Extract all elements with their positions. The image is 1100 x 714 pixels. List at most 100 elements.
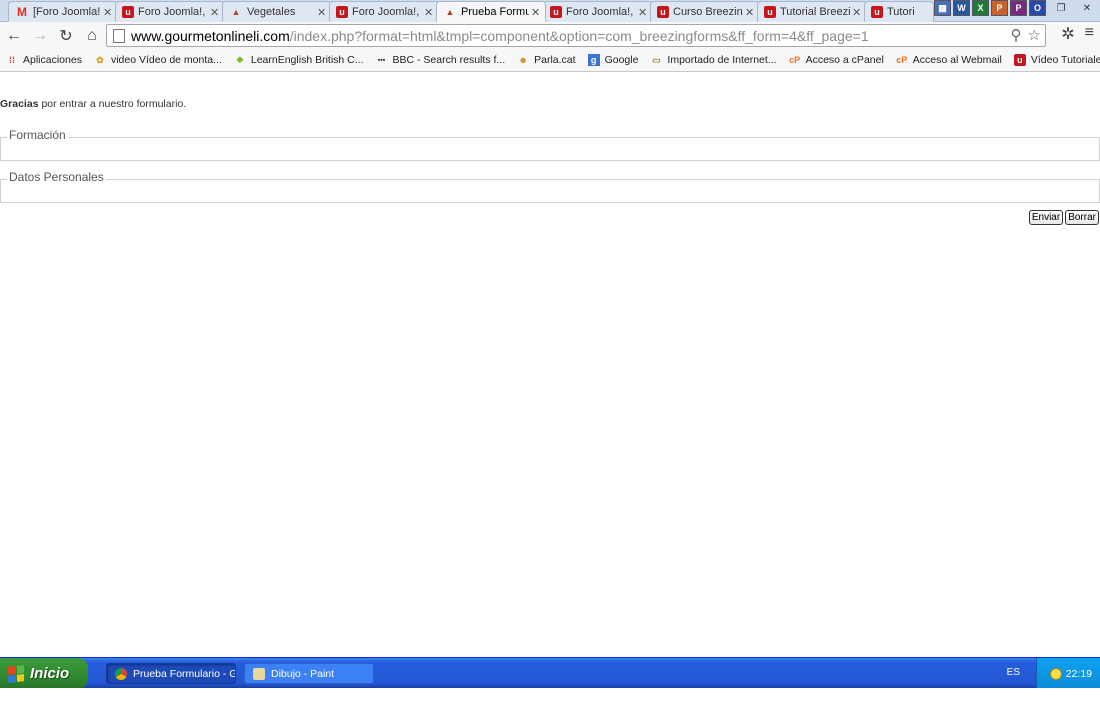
close-icon[interactable]: ✕ [317, 6, 327, 19]
tab-foro-joomla-1[interactable]: u Foro Joomla!, ✕ [115, 1, 225, 22]
close-icon[interactable]: ✕ [103, 6, 113, 19]
paint-icon [253, 667, 265, 680]
page-icon [113, 28, 125, 43]
language-indicator[interactable]: ES [1007, 667, 1020, 678]
close-icon[interactable]: ✕ [210, 6, 220, 19]
bookmark-importado[interactable]: ▭ Importado de Internet... [650, 54, 776, 66]
task-label: Dibujo - Paint [271, 667, 335, 680]
restore-icon[interactable]: ❐ [1048, 0, 1074, 16]
tab-tutorial-2[interactable]: u Tutori [864, 1, 934, 22]
tab-prueba-formulario[interactable]: ▲ Prueba Formul ✕ [436, 1, 546, 22]
system-tray: 22:19 [1036, 658, 1100, 689]
publisher-icon[interactable]: P [1010, 0, 1027, 16]
joomla-forum-icon: u [122, 6, 134, 18]
screen-bottom-area [0, 688, 1100, 714]
bookmark-learnenglish[interactable]: ❖ LearnEnglish British C... [234, 54, 364, 66]
legend-formacion: Formación [7, 128, 68, 142]
bookmarks-bar: ⁞⁞ Aplicaciones ✿ video Vídeo de monta..… [0, 49, 1100, 72]
video-bookmark-icon: ✿ [96, 54, 104, 65]
powerpoint-icon[interactable]: P [991, 0, 1008, 16]
tab-title: Foro Joomla!, [566, 6, 634, 18]
tab-foro-joomla-2[interactable]: u Foro Joomla!, ✕ [329, 1, 439, 22]
start-label: Inicio [30, 665, 70, 682]
apps-grid-icon: ⁞⁞ [9, 55, 15, 65]
bookmark-label: Parla.cat [534, 54, 576, 66]
bookmark-bbc[interactable]: ▪▪▪ BBC - Search results f... [376, 54, 506, 66]
close-icon[interactable]: ✕ [424, 6, 434, 19]
bookmark-label: Importado de Internet... [667, 54, 777, 66]
forward-arrow-icon[interactable]: → [28, 24, 52, 48]
taskbar-item-paint[interactable]: Dibujo - Paint [244, 663, 374, 684]
thank-you-message: Gracias por entrar a nuestro formulario. [0, 98, 186, 110]
tab-gmail[interactable]: M [Foro Joomla!, ✕ [8, 1, 118, 22]
back-arrow-icon[interactable]: ← [2, 24, 26, 48]
tab-curso-breezing[interactable]: u Curso Breezing ✕ [650, 1, 760, 22]
bookmark-video-tutoriales[interactable]: u Vídeo Tutoriales Pack ... [1013, 54, 1100, 66]
reload-icon[interactable]: ↻ [54, 24, 78, 48]
tab-strip: M [Foro Joomla!, ✕ u Foro Joomla!, ✕ ▲ V… [0, 0, 1100, 22]
outlook-icon[interactable]: O [1029, 0, 1046, 16]
tab-foro-joomla-3[interactable]: u Foro Joomla!, ✕ [543, 1, 653, 22]
bookmark-cpanel[interactable]: cP Acceso a cPanel [789, 54, 884, 66]
bookmark-google[interactable]: g Google [587, 54, 639, 66]
menu-icon[interactable]: ≡ [1085, 24, 1094, 44]
tab-title: Prueba Formul [461, 6, 529, 18]
tab-title: Foro Joomla!, [352, 6, 420, 18]
close-icon[interactable]: ✕ [745, 6, 755, 19]
search-icon[interactable]: ⚲ [1011, 26, 1022, 44]
bookmark-label: Google [604, 54, 639, 66]
tab-title: [Foro Joomla!, [33, 6, 101, 18]
reset-button[interactable]: Borrar [1065, 210, 1099, 225]
submit-button[interactable]: Enviar [1028, 210, 1064, 225]
bookmark-video[interactable]: ✿ video Vídeo de monta... [94, 54, 222, 66]
folder-icon: ▭ [652, 54, 661, 65]
chrome-icon [115, 667, 127, 680]
home-icon[interactable]: ⌂ [80, 24, 104, 48]
bookmark-label: Acceso al Webmail [912, 54, 1002, 66]
page-content: Gracias por entrar a nuestro formulario.… [0, 73, 1100, 657]
close-icon[interactable]: ✕ [531, 6, 541, 19]
tab-tutorial-breezing[interactable]: u Tutorial Breezi ✕ [757, 1, 867, 22]
joomla-forum-icon: u [1013, 54, 1026, 66]
bookmark-label: Vídeo Tutoriales Pack ... [1030, 54, 1100, 66]
word-icon[interactable]: W [953, 0, 970, 16]
cpanel-icon: cP [896, 55, 908, 65]
tab-vegetales[interactable]: ▲ Vegetales ✕ [222, 1, 332, 22]
joomla-forum-icon: u [657, 6, 669, 18]
bookmark-label: video Vídeo de monta... [110, 54, 222, 66]
close-icon[interactable]: ✕ [852, 6, 862, 19]
extension-icon[interactable]: ✲ [1061, 24, 1074, 44]
bbc-icon: ▪▪▪ [377, 56, 386, 64]
joomla-forum-icon: u [336, 6, 348, 18]
url-host: www.gourmetonlineli.com [131, 27, 290, 44]
close-icon[interactable]: ✕ [1074, 0, 1100, 16]
joomla-forum-icon: u [871, 6, 883, 18]
fieldset-formacion: Formación [0, 128, 1100, 161]
bookmark-aplicaciones[interactable]: ⁞⁞ Aplicaciones [6, 54, 82, 66]
bookmark-label: BBC - Search results f... [392, 54, 506, 66]
url-path: /index.php?format=html&tmpl=component&op… [289, 27, 869, 44]
browser-toolbar: ← → ↻ ⌂ www.gourmetonlineli.com/index.ph… [0, 22, 1100, 49]
taskbar-item-chrome[interactable]: Prueba Formulario - G... [106, 663, 236, 684]
hat-icon: ▲ [231, 7, 241, 17]
bookmark-webmail[interactable]: cP Acceso al Webmail [896, 54, 1002, 66]
bookmark-star-icon[interactable]: ☆ [1028, 26, 1041, 44]
excel-icon[interactable]: X [972, 0, 989, 16]
app-icon[interactable]: ▦ [934, 0, 951, 16]
bookmark-label: Aplicaciones [23, 54, 82, 66]
form-buttons: Enviar Borrar [1028, 210, 1099, 225]
window-controls: ❐ ✕ [1048, 0, 1100, 16]
bookmark-parla[interactable]: ☻ Parla.cat [517, 54, 575, 66]
tab-title: Vegetales [247, 6, 296, 18]
quick-launch-icons: ▦ W X P P O [934, 0, 1046, 16]
tab-title: Tutorial Breezi [780, 6, 850, 18]
tray-icon[interactable] [1049, 667, 1062, 680]
legend-datos-personales: Datos Personales [7, 170, 106, 184]
address-bar[interactable]: www.gourmetonlineli.com/index.php?format… [106, 24, 1046, 47]
thanks-text: por entrar a nuestro formulario. [38, 98, 187, 110]
bookmark-label: Acceso a cPanel [805, 54, 884, 66]
parla-icon: ☻ [518, 55, 528, 65]
start-button[interactable]: Inicio [0, 658, 88, 689]
clock: 22:19 [1065, 667, 1092, 680]
close-icon[interactable]: ✕ [638, 6, 648, 19]
